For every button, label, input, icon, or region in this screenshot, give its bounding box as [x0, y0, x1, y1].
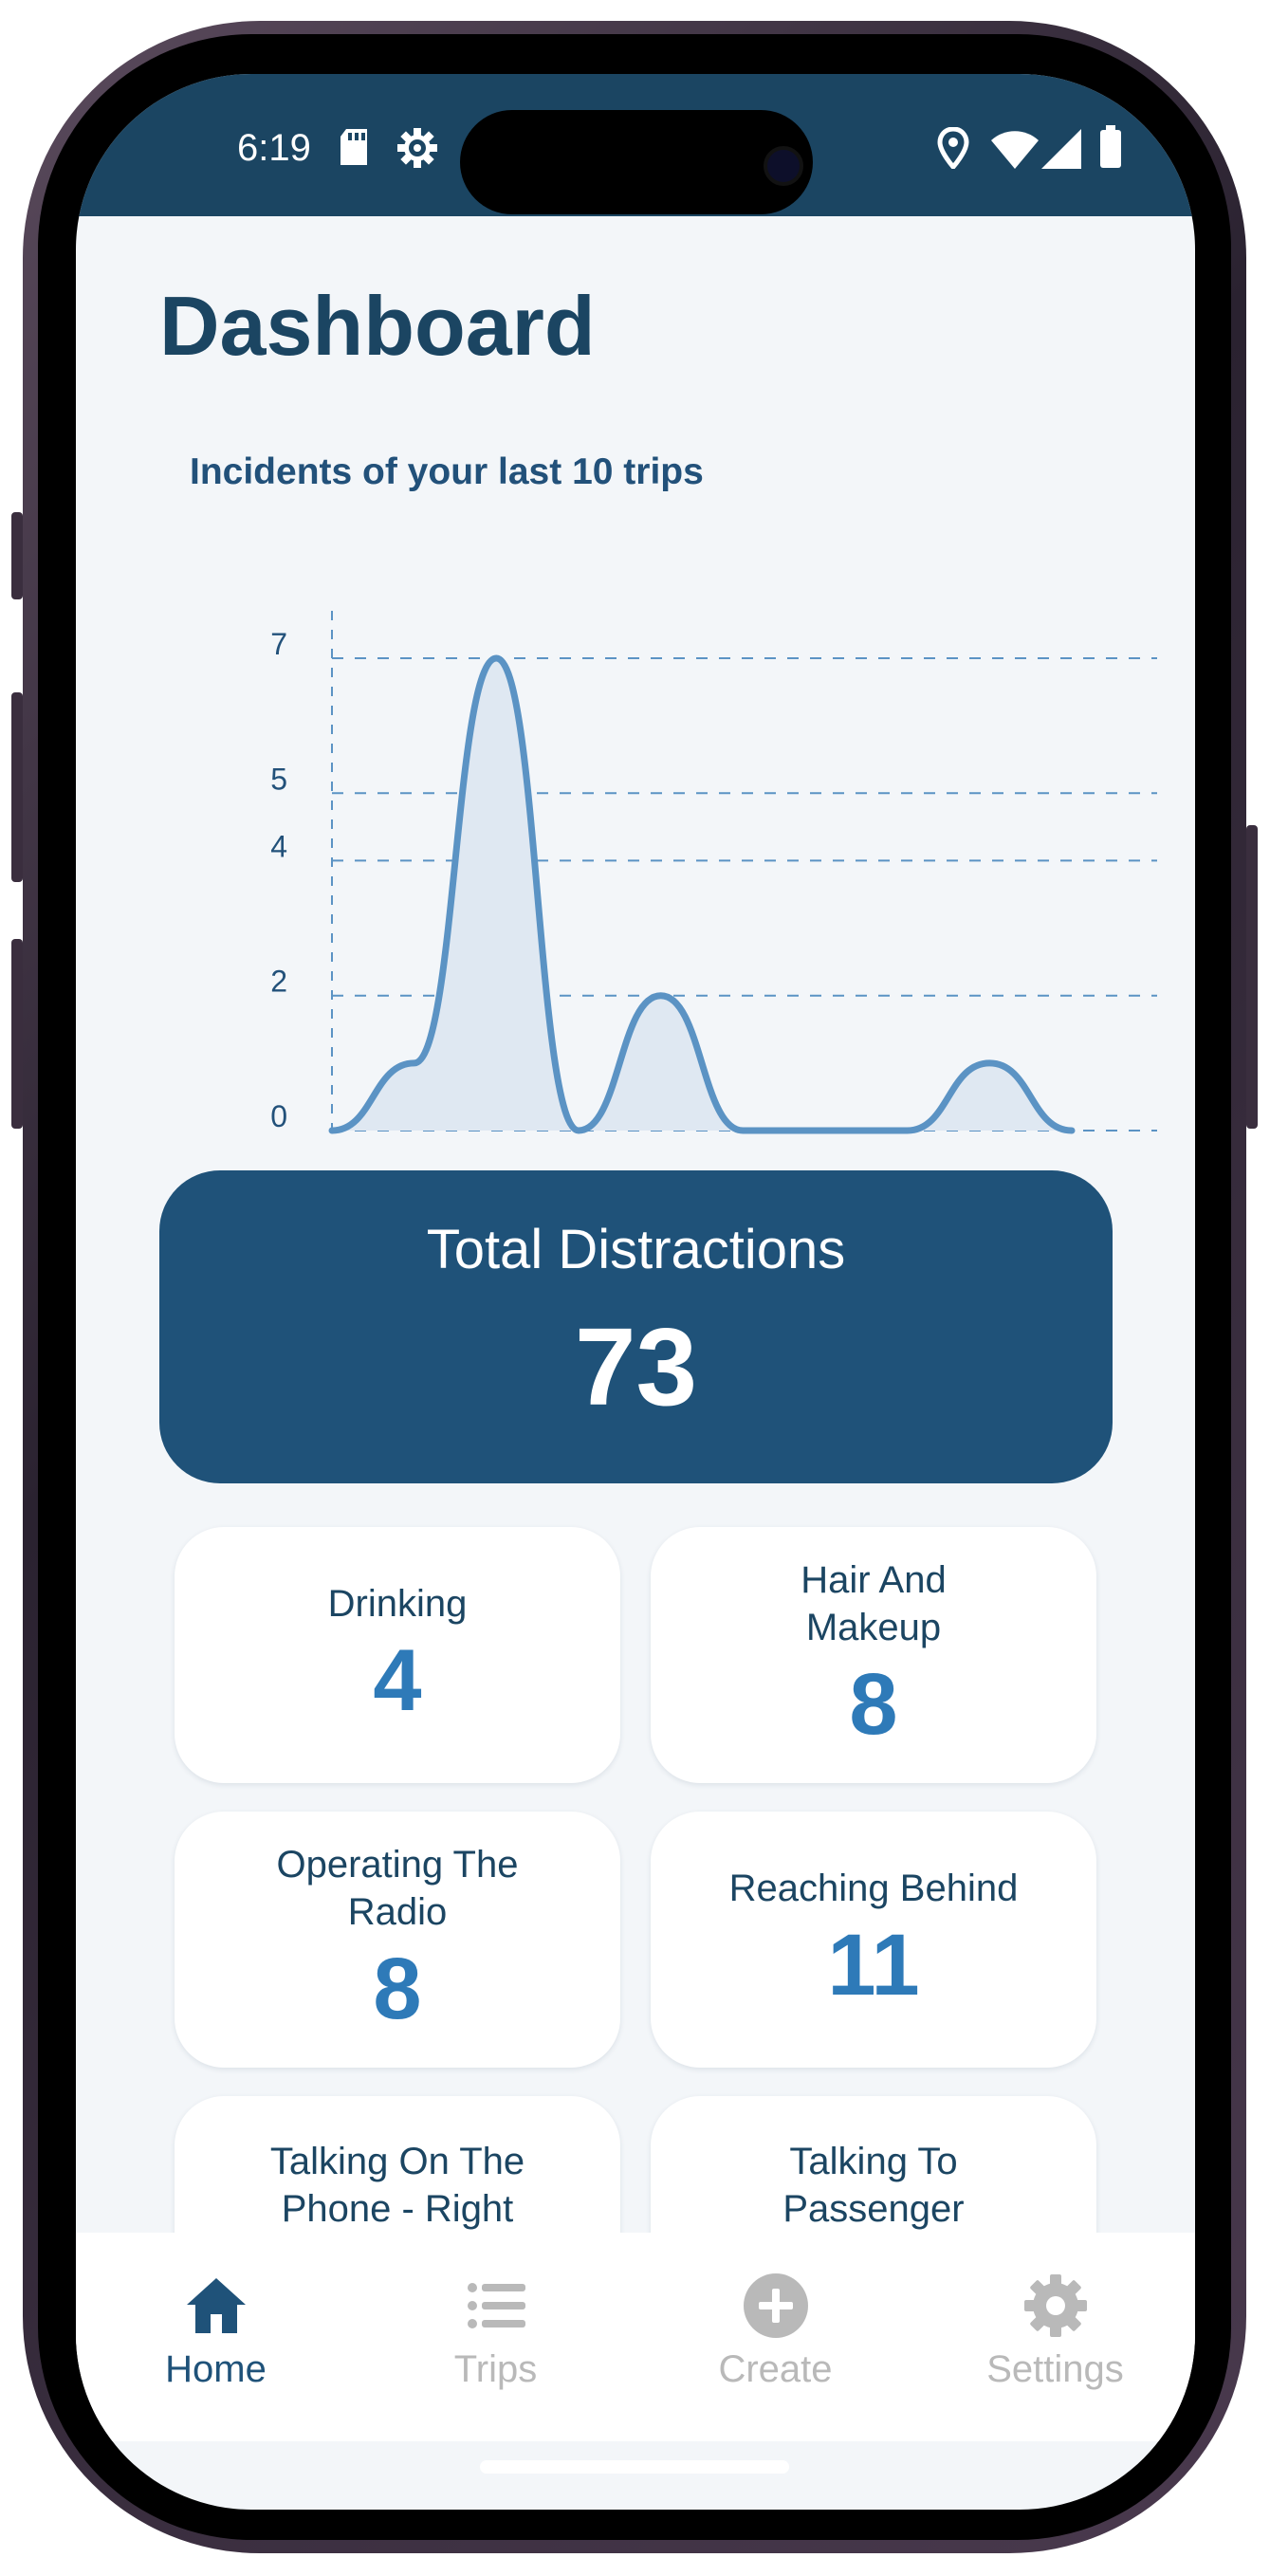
nav-label: Trips [453, 2348, 538, 2390]
total-distractions-value: 73 [574, 1305, 698, 1428]
incidents-chart: 0 2 4 5 7 [270, 611, 1157, 1134]
nav-trips[interactable]: Trips [356, 2233, 635, 2432]
y-tick-label: 0 [270, 1099, 287, 1133]
plus-circle-icon [743, 2273, 808, 2338]
wifi-icon [991, 131, 1039, 169]
category-count: 8 [849, 1656, 898, 1753]
dynamic-island [460, 110, 813, 214]
category-label: Reaching Behind [728, 1868, 1019, 1909]
action-button [11, 512, 23, 599]
total-distractions-label: Total Distractions [426, 1219, 846, 1280]
list-icon [467, 2283, 525, 2328]
sd-card-icon [341, 129, 367, 165]
y-tick-label: 5 [270, 762, 287, 796]
category-tile-hair-and-makeup[interactable]: Hair And Makeup 8 [651, 1527, 1096, 1783]
category-label: Operating The Radio [276, 1844, 519, 1933]
category-count: 11 [827, 1917, 920, 2014]
settings-gear-icon [397, 128, 437, 168]
volume-down-button [11, 939, 23, 1129]
bottom-navigation: Home Trips Create Settings [76, 2233, 1195, 2441]
category-label: Talking On The Phone - Right [269, 2141, 525, 2230]
power-button [1246, 825, 1258, 1129]
nav-label: Create [718, 2348, 833, 2390]
status-bar: 6:19 [76, 74, 1195, 216]
nav-settings[interactable]: Settings [915, 2233, 1195, 2432]
y-tick-label: 2 [270, 965, 287, 999]
app-screen: 6:19 Dashboard Incidents of your last 10… [76, 74, 1195, 2510]
nav-create[interactable]: Create [635, 2233, 915, 2432]
nav-label: Home [165, 2348, 267, 2390]
gear-icon [1023, 2274, 1087, 2337]
category-count: 8 [373, 1941, 422, 2037]
home-indicator [480, 2460, 789, 2474]
category-count: 4 [373, 1632, 422, 1729]
chart-title: Incidents of your last 10 trips [190, 451, 704, 492]
total-distractions-card: Total Distractions 73 [159, 1170, 1113, 1483]
y-tick-label: 7 [270, 627, 287, 661]
category-tile-drinking[interactable]: Drinking 4 [175, 1527, 620, 1783]
battery-icon [1100, 125, 1121, 168]
y-tick-label: 4 [270, 829, 287, 863]
status-time: 6:19 [237, 127, 311, 169]
category-label: Talking To Passenger [782, 2141, 965, 2230]
front-camera [764, 146, 803, 186]
nav-label: Settings [986, 2348, 1124, 2390]
volume-up-button [11, 692, 23, 882]
location-icon [937, 127, 969, 169]
category-label: Hair And Makeup [801, 1559, 947, 1648]
category-tile-reaching-behind[interactable]: Reaching Behind 11 [651, 1812, 1096, 2068]
page-title: Dashboard [159, 279, 596, 373]
category-label: Drinking [327, 1583, 468, 1625]
category-tile-operating-the-radio[interactable]: Operating The Radio 8 [175, 1812, 620, 2068]
nav-home[interactable]: Home [76, 2233, 356, 2432]
home-icon [186, 2278, 246, 2333]
signal-icon [1041, 129, 1081, 169]
